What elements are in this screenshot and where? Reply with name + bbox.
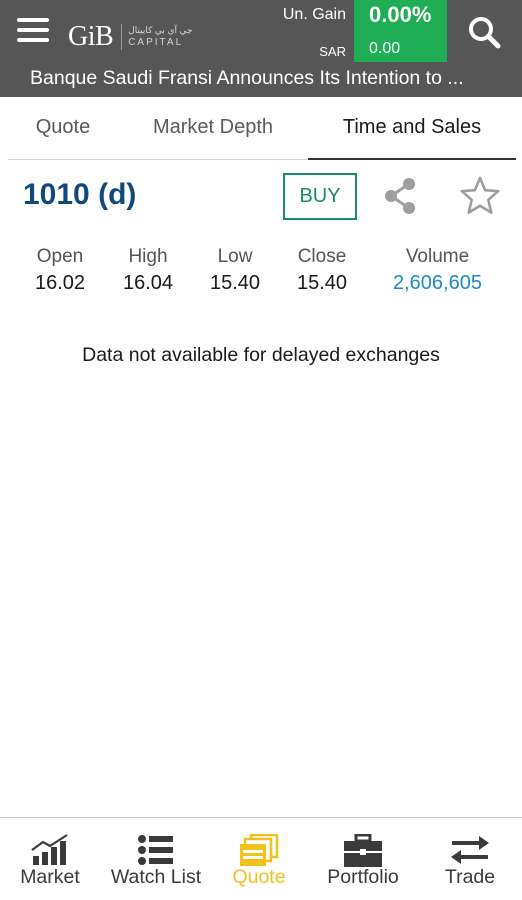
quote-tabs: Quote Market Depth Time and Sales bbox=[8, 97, 516, 160]
symbol-code: 1010 (d) bbox=[23, 178, 137, 211]
nav-label: Portfolio bbox=[327, 866, 399, 888]
logo-mark: GiB bbox=[68, 21, 114, 52]
stat-open: Open 16.02 bbox=[25, 245, 95, 297]
logo-capital-text: CAPITAL bbox=[128, 37, 184, 48]
gain-percent: 0.00% bbox=[369, 2, 432, 27]
stat-value: 16.04 bbox=[122, 272, 174, 294]
nav-quote[interactable]: Quote bbox=[212, 818, 306, 900]
nav-label: Watch List bbox=[110, 866, 202, 888]
stat-close: Close 15.40 bbox=[287, 245, 357, 297]
app-logo: GiB جي آي بي كابيتال CAPITAL bbox=[68, 20, 193, 54]
gain-amount: 0.00 bbox=[369, 40, 401, 57]
buy-button[interactable]: BUY bbox=[283, 173, 357, 220]
share-icon[interactable] bbox=[380, 176, 420, 216]
stat-label: Close bbox=[297, 246, 347, 267]
unrealized-gain-box[interactable]: 0.00% 0.00 bbox=[354, 0, 447, 62]
empty-state-message: Data not available for delayed exchanges bbox=[82, 344, 440, 366]
stat-value: 2,606,605 bbox=[393, 272, 482, 294]
stat-low: Low 15.40 bbox=[200, 245, 270, 297]
tab-time-and-sales[interactable]: Time and Sales bbox=[308, 97, 516, 160]
stat-value: 15.40 bbox=[209, 272, 261, 294]
star-icon[interactable] bbox=[459, 175, 501, 217]
logo-arabic-text: جي آي بي كابيتال bbox=[128, 25, 193, 35]
nav-label: Market bbox=[20, 866, 80, 888]
search-icon[interactable] bbox=[466, 14, 502, 50]
stat-label: High bbox=[128, 246, 168, 267]
nav-trade[interactable]: Trade bbox=[420, 818, 520, 900]
app-header: GiB جي آي بي كابيتال CAPITAL Un. Gain SA… bbox=[0, 0, 522, 97]
news-ticker[interactable]: Banque Saudi Fransi Announces Its Intent… bbox=[30, 67, 510, 95]
stat-value: 16.02 bbox=[34, 272, 86, 294]
stat-label: Volume bbox=[405, 246, 470, 267]
stat-label: Low bbox=[217, 246, 253, 267]
nav-watch-list[interactable]: Watch List bbox=[100, 818, 212, 900]
gain-label: Un. Gain bbox=[282, 6, 346, 23]
unrealized-gain-labels: Un. Gain SAR bbox=[270, 4, 350, 64]
stat-value: 15.40 bbox=[296, 272, 348, 294]
gain-currency: SAR bbox=[319, 44, 346, 59]
menu-icon[interactable] bbox=[15, 16, 51, 46]
stat-volume: Volume 2,606,605 bbox=[380, 245, 495, 297]
logo-divider bbox=[121, 24, 123, 50]
stat-high: High 16.04 bbox=[113, 245, 183, 297]
nav-portfolio[interactable]: Portfolio bbox=[306, 818, 420, 900]
tab-quote[interactable]: Quote bbox=[8, 97, 118, 160]
nav-label: Trade bbox=[444, 866, 496, 888]
stat-label: Open bbox=[36, 246, 84, 267]
nav-label: Quote bbox=[232, 866, 286, 888]
bottom-nav: Market Watch List Quote Portfolio Trade bbox=[0, 817, 522, 900]
tab-market-depth[interactable]: Market Depth bbox=[133, 97, 293, 160]
nav-market[interactable]: Market bbox=[0, 818, 100, 900]
